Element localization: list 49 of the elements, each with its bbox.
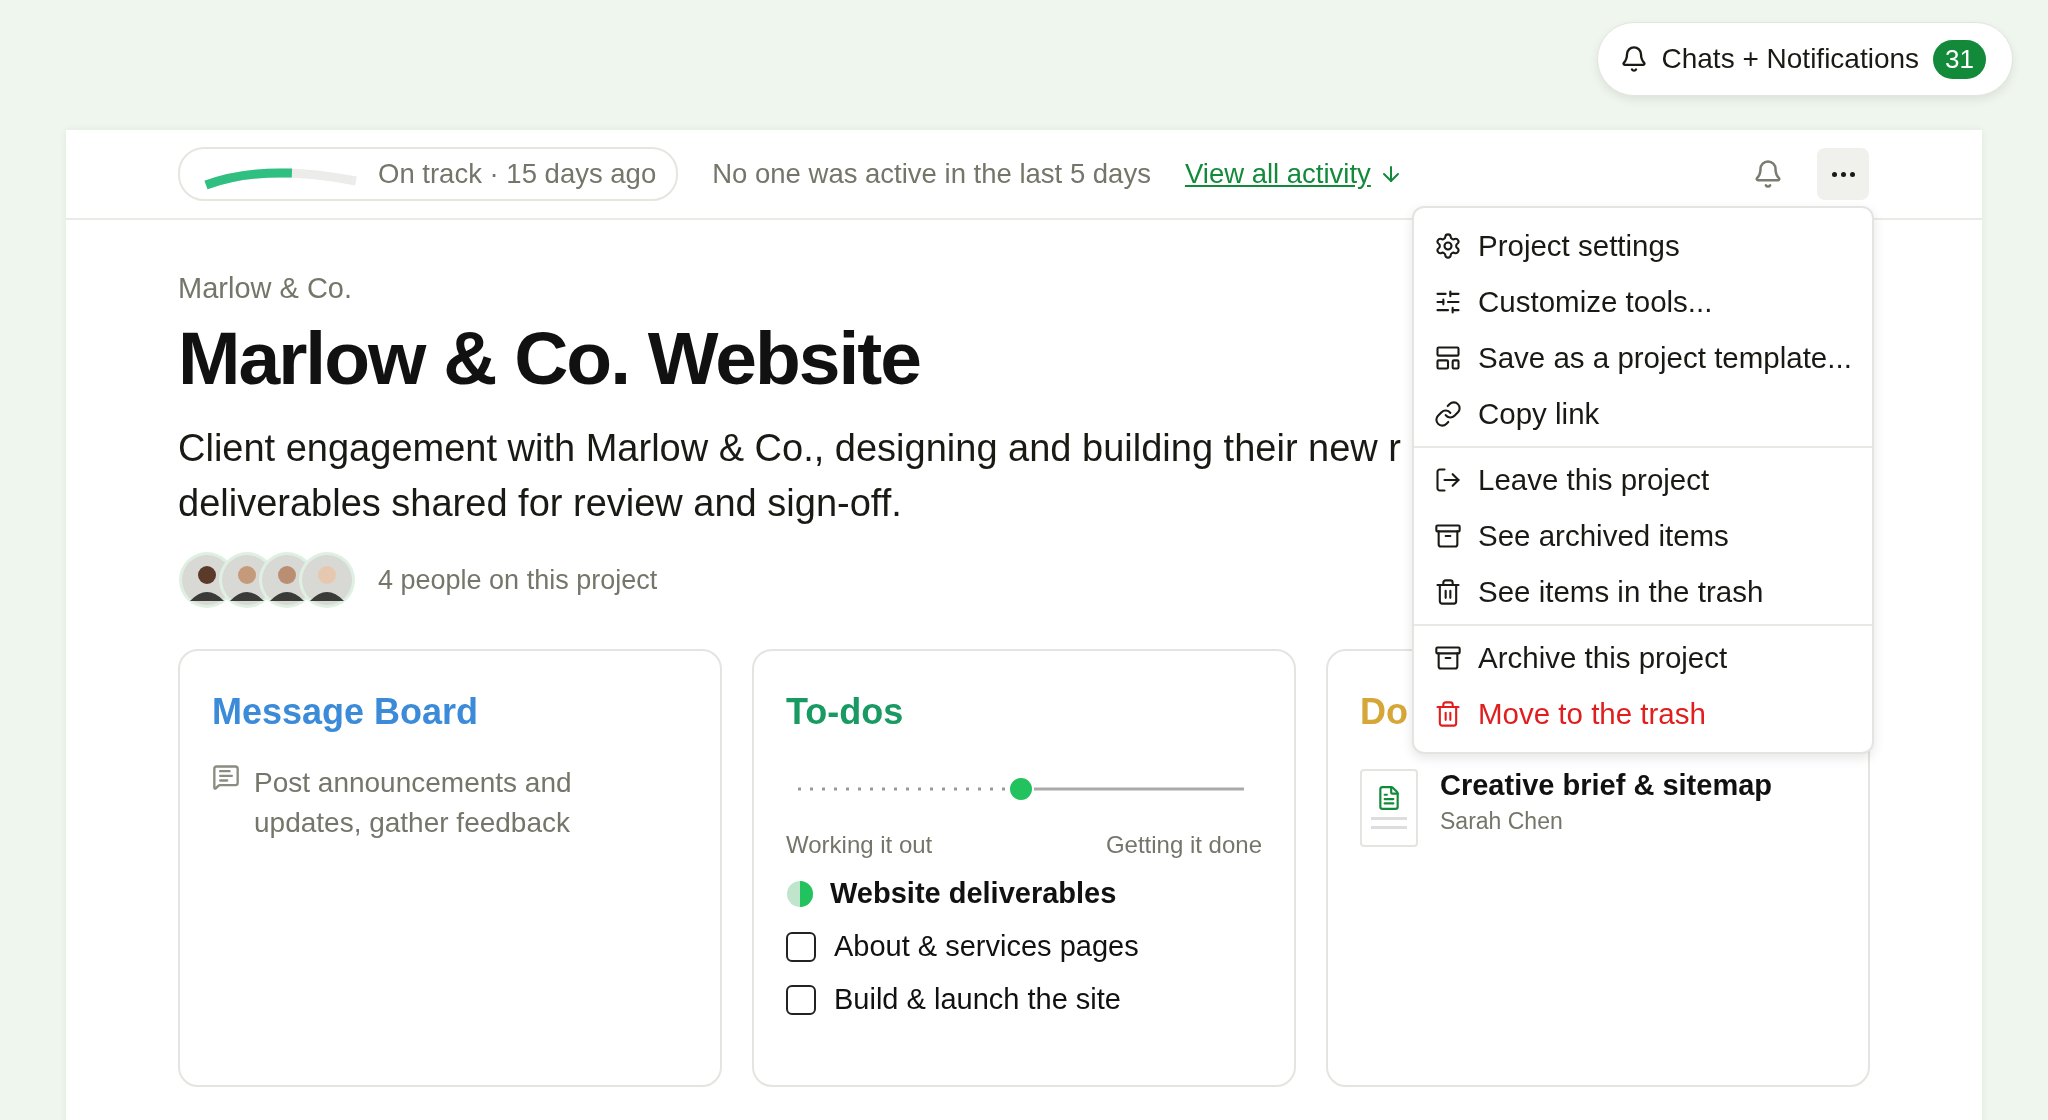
description-line: deliverables shared for review and sign-off. xyxy=(178,481,902,526)
link-icon xyxy=(1434,400,1462,428)
card-description: Post announcements and updates, gather feedback xyxy=(254,766,573,840)
description-line: Client engagement with Marlow & Co., designing and building their new r xyxy=(178,426,1401,471)
todo-item[interactable]: Build & launch the site xyxy=(834,983,1121,1016)
avatars-drawing[interactable] xyxy=(178,551,356,609)
layout-icon xyxy=(1434,344,1462,372)
checkbox[interactable] xyxy=(786,984,816,1015)
card-title[interactable]: To-dos xyxy=(786,691,1262,733)
more-button[interactable] xyxy=(1817,148,1869,200)
tool-card[interactable]: To-dos Working it out Getting it done Website deliverables About & services pages Build & launch the site xyxy=(752,649,1296,1087)
people-count[interactable]: 4 people on this project xyxy=(378,564,658,596)
menu-item[interactable]: See archived items xyxy=(1414,508,1872,564)
document-title[interactable]: Creative brief & sitemap xyxy=(1440,769,1772,802)
archive-box-icon xyxy=(1434,522,1462,550)
menu-item[interactable]: See items in the trash xyxy=(1414,564,1872,620)
notifications-button[interactable]: Chats + Notifications 31 xyxy=(1596,22,2013,96)
sliders-icon xyxy=(1434,288,1462,316)
menu-item[interactable]: Customize tools... xyxy=(1414,274,1872,330)
hill-label: Working it out xyxy=(786,831,933,859)
document-author: Sarah Chen xyxy=(1440,808,1564,835)
activity-note: No one was active in the last 5 days xyxy=(712,158,1151,190)
menu-item[interactable]: Project settings xyxy=(1414,218,1872,274)
status-text: On track · 15 days ago xyxy=(378,158,657,190)
bell-icon xyxy=(1619,45,1648,73)
menu-item[interactable]: Copy link xyxy=(1414,386,1872,442)
status-pill[interactable]: On track · 15 days ago xyxy=(178,147,679,201)
trash-icon xyxy=(1434,578,1462,606)
menu-item[interactable]: Move to the trash xyxy=(1414,686,1872,742)
tool-card[interactable]: Message Board Post announcements and updates, gather feedback xyxy=(178,649,722,1087)
archive-box-icon xyxy=(1434,644,1462,672)
checkbox[interactable] xyxy=(786,931,816,962)
todo-list-title[interactable]: Website deliverables xyxy=(830,877,1117,910)
bell-icon[interactable] xyxy=(1753,159,1783,189)
progress-pie-icon xyxy=(786,879,814,908)
exit-icon xyxy=(1434,466,1462,494)
hill-label: Getting it done xyxy=(1105,831,1262,859)
activity-link[interactable]: View all activity xyxy=(1184,158,1403,190)
gear-icon xyxy=(1434,232,1462,260)
project-title: Marlow & Co. Website xyxy=(178,315,921,401)
menu-item[interactable]: Leave this project xyxy=(1414,452,1872,508)
card-title[interactable]: Message Board xyxy=(212,691,688,733)
todo-item[interactable]: About & services pages xyxy=(834,930,1139,963)
document-thumbnail[interactable] xyxy=(1360,769,1418,847)
message-icon xyxy=(212,763,240,791)
count-badge: 31 xyxy=(1933,39,1986,79)
client-name: Marlow & Co. xyxy=(178,272,353,305)
trash-icon xyxy=(1434,700,1462,728)
menu-item[interactable]: Save as a project template... xyxy=(1414,330,1872,386)
